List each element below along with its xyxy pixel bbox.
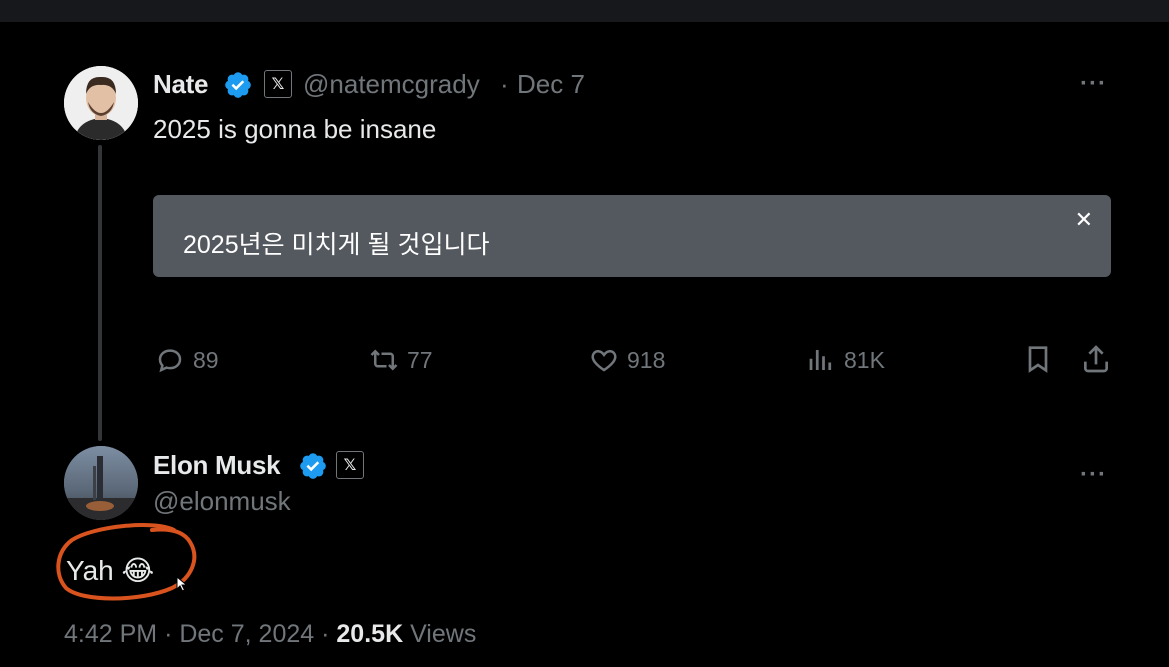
translation-box: 2025년은 미치게 될 것입니다 ✕ xyxy=(153,195,1111,277)
tweet-date[interactable]: Dec 7 xyxy=(517,69,585,100)
like-count: 918 xyxy=(627,346,666,373)
nate-avatar[interactable] xyxy=(64,66,138,140)
top-bar xyxy=(0,0,1169,22)
more-icon[interactable]: ··· xyxy=(1080,461,1107,489)
footer-separator: · xyxy=(321,620,330,648)
meta-separator: · xyxy=(500,69,509,99)
reply-date[interactable]: Dec 7, 2024 xyxy=(179,620,314,648)
more-icon[interactable]: ··· xyxy=(1080,70,1107,98)
views-count: 81K xyxy=(844,346,885,373)
close-icon[interactable]: ✕ xyxy=(1075,207,1093,233)
footer-separator: · xyxy=(164,620,173,648)
thread-line xyxy=(98,145,102,441)
verified-icon[interactable] xyxy=(298,451,328,481)
repost-count: 77 xyxy=(407,346,433,373)
reply-footer: 4:42 PM · Dec 7, 2024 · 20.5K Views xyxy=(64,620,476,649)
tweet-author-handle[interactable]: @natemcgrady xyxy=(303,69,480,100)
reply-author-name[interactable]: Elon Musk xyxy=(153,450,281,481)
tweet-text: 2025 is gonna be insane xyxy=(153,114,437,144)
like-icon xyxy=(591,349,617,372)
reply-views-count: 20.5K xyxy=(336,620,404,648)
verified-icon[interactable] xyxy=(223,70,253,100)
like-button[interactable]: 918 xyxy=(589,342,665,378)
repost-icon xyxy=(370,349,398,371)
reply-views-label: Views xyxy=(410,620,477,648)
reply-time[interactable]: 4:42 PM xyxy=(64,620,157,648)
elon-avatar[interactable] xyxy=(64,446,138,520)
tweet-author-name[interactable]: Nate xyxy=(153,69,208,100)
bookmark-icon[interactable] xyxy=(1022,342,1054,376)
reply-count: 89 xyxy=(193,346,219,373)
reply-author-handle[interactable]: @elonmusk xyxy=(153,486,291,517)
translation-text: 2025년은 미치게 될 것입니다 xyxy=(183,231,490,259)
reply-icon xyxy=(158,349,182,373)
views-button[interactable]: 81K xyxy=(806,342,885,378)
views-icon xyxy=(809,350,832,370)
reply-button[interactable]: 89 xyxy=(155,342,219,378)
mouse-cursor-icon xyxy=(176,576,188,592)
share-icon[interactable] xyxy=(1080,342,1112,376)
x-badge-icon: 𝕏 xyxy=(336,451,364,479)
repost-button[interactable]: 77 xyxy=(369,342,433,378)
x-badge-icon: 𝕏 xyxy=(264,70,292,98)
